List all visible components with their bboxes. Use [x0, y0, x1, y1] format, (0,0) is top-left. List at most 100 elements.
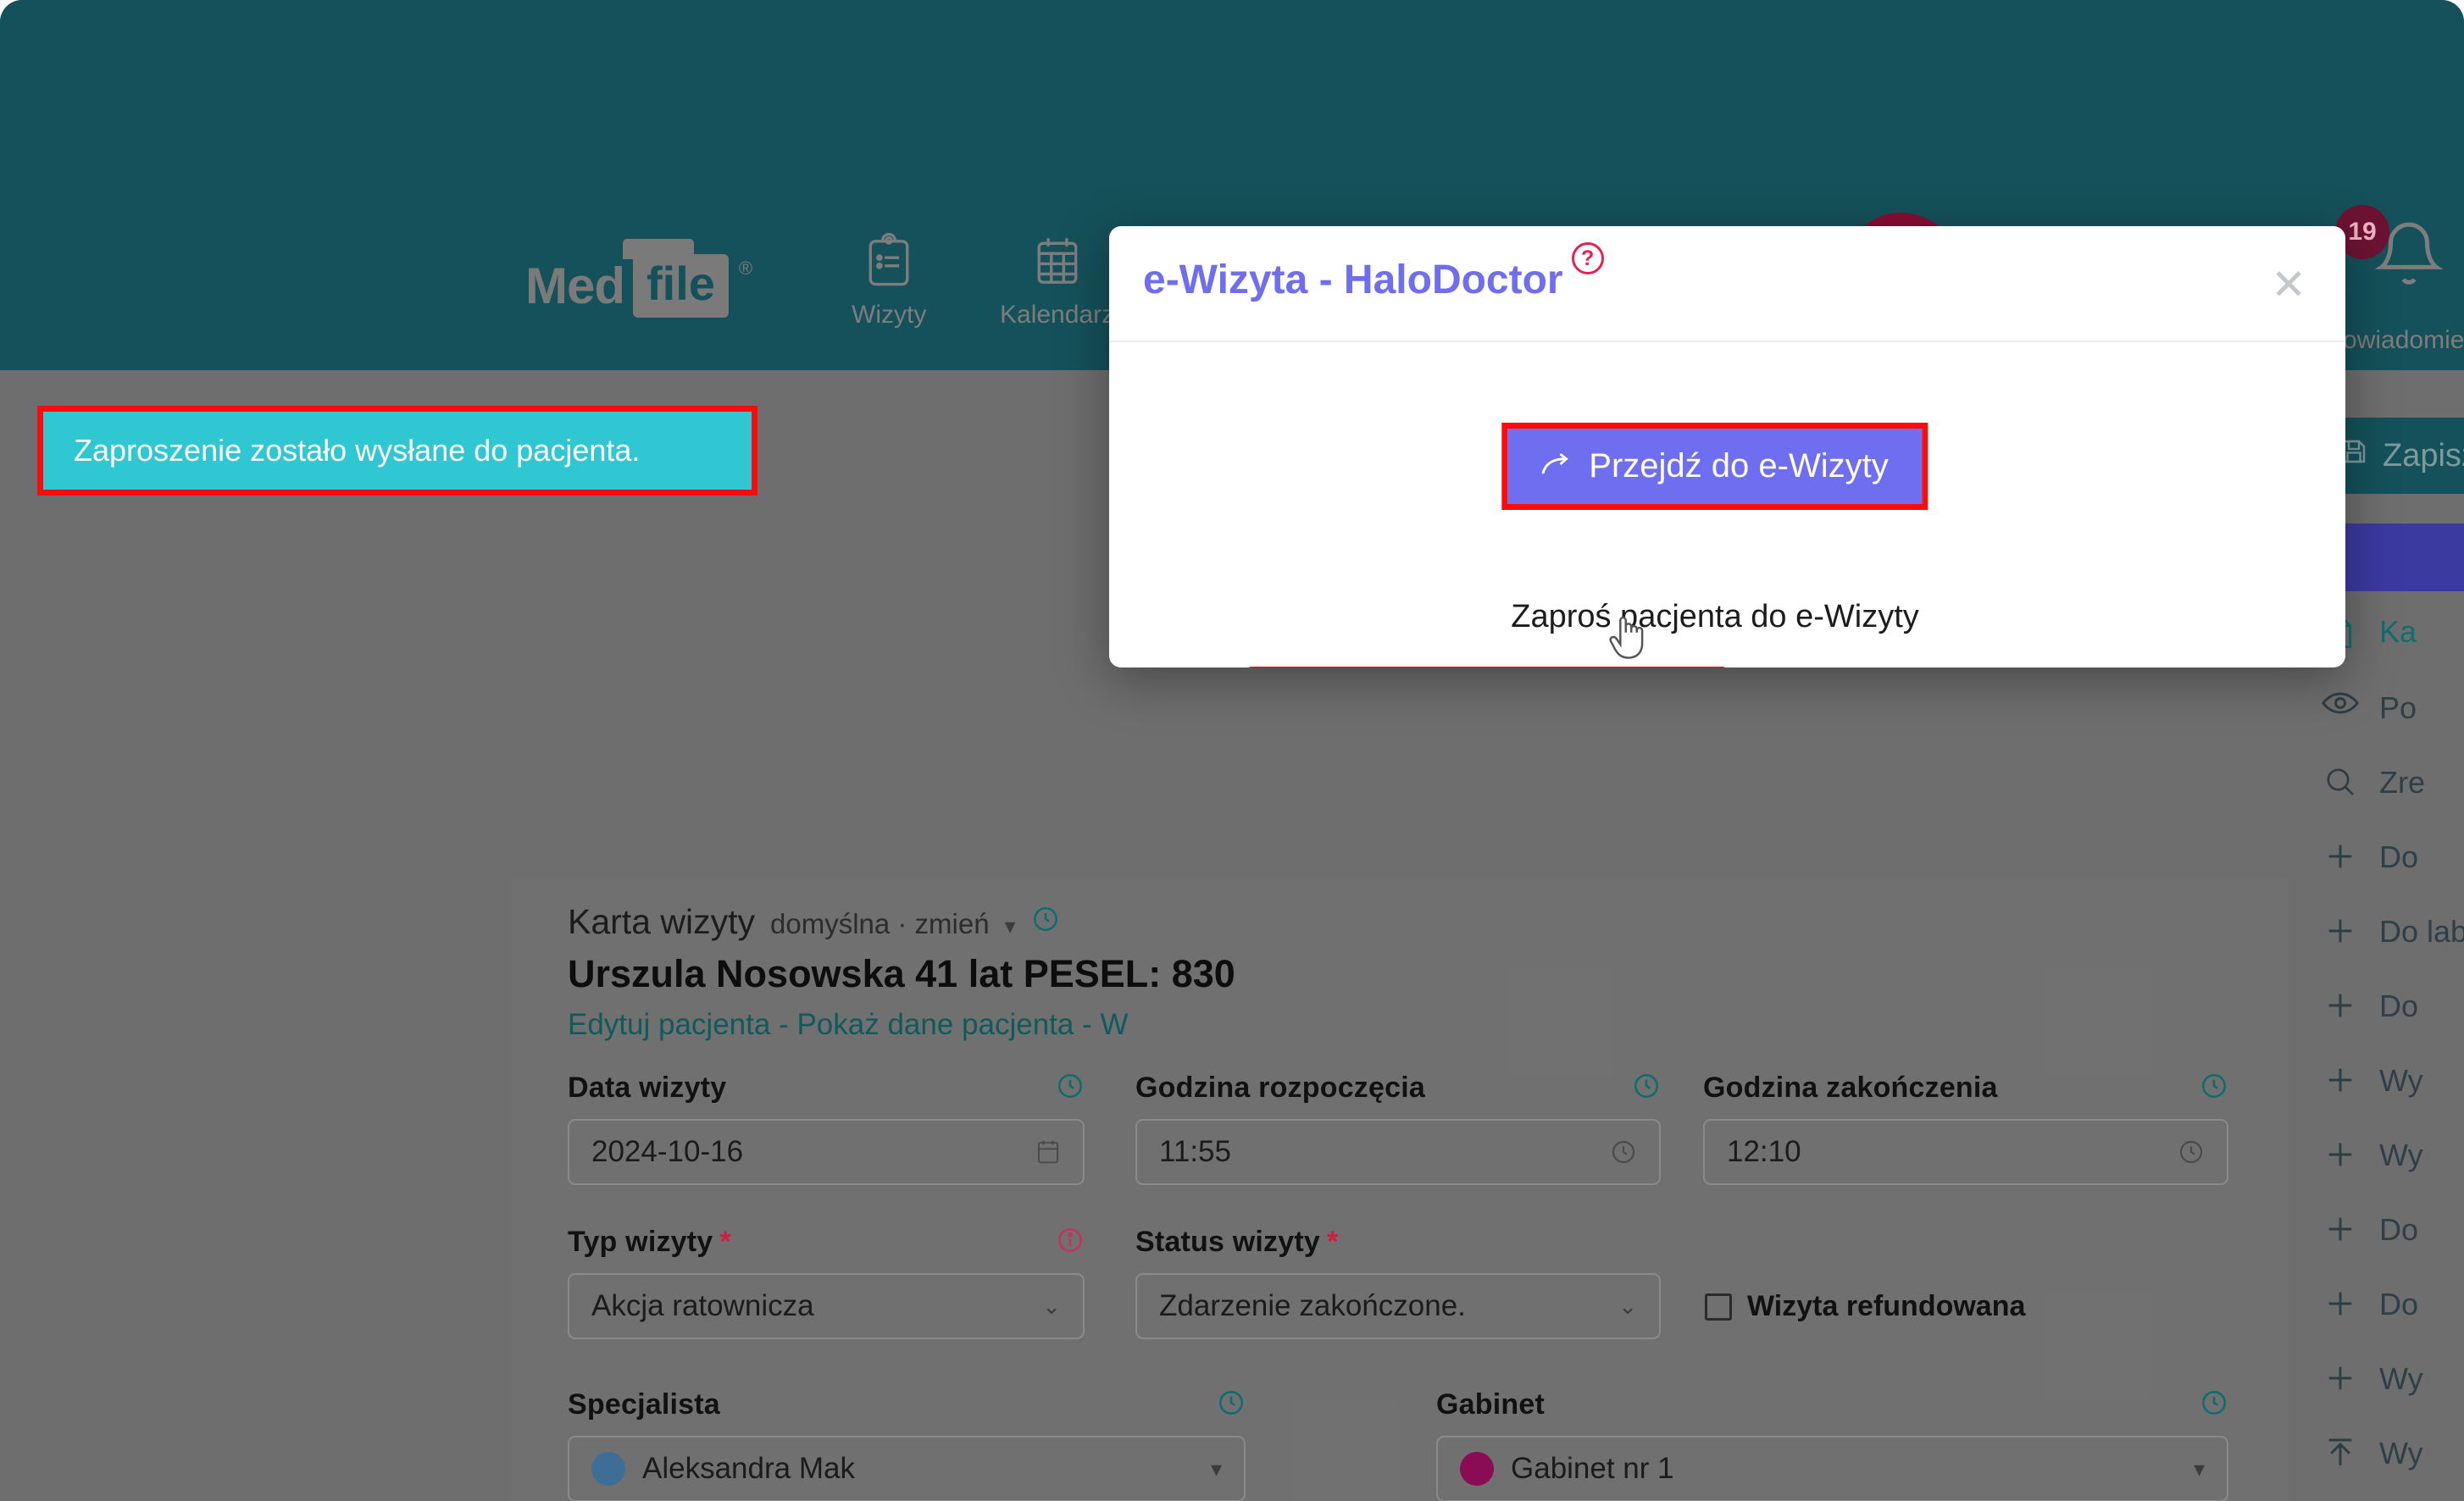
link-separator: -	[779, 1008, 789, 1041]
link-separator: -	[1082, 1008, 1092, 1041]
link-truncated[interactable]: W	[1101, 1008, 1129, 1041]
visit-card: Karta wizyty domyślna · zmień ▾ Urszula …	[508, 878, 2288, 1501]
plus-icon	[2322, 1138, 2359, 1171]
brand-file-text: file	[633, 254, 729, 318]
goto-ewizyta-button[interactable]: Przejdź do e-Wizyty	[1507, 429, 1923, 504]
clock-icon[interactable]	[2200, 1072, 2228, 1108]
plus-icon	[2322, 1063, 2359, 1097]
toast-notification: Zaproszenie zostało wysłane do pacjenta.	[37, 406, 758, 496]
sidebar-item-dodaj-1[interactable]: Do	[2322, 839, 2464, 875]
save-label: Zapisz	[2383, 437, 2464, 474]
chevron-down-icon: ▾	[1210, 1455, 1222, 1482]
brand-med-text: Med	[525, 258, 625, 314]
office-value: Gabinet nr 1	[1511, 1452, 1674, 1485]
modal-header: e-Wizyta - HaloDoctor ? ✕	[1109, 226, 2345, 342]
search-icon	[2322, 765, 2359, 799]
field-data-wizyty: Data wizyty 2024-10-16	[568, 1072, 1085, 1185]
chevron-down-icon: ▾	[1004, 913, 1016, 939]
sidebar-item-wystaw-2[interactable]: Wy	[2322, 1138, 2464, 1173]
sidebar-item-label: Wy	[2379, 1361, 2423, 1396]
modal-title-text: e-Wizyta - HaloDoctor	[1143, 258, 1563, 302]
field-gabinet: Gabinet Gabinet nr 1 ▾	[1436, 1388, 2228, 1501]
calendar-icon	[1033, 233, 1082, 291]
field-typ-wizyty: Typ wizyty * Akcja ratownicza ⌄	[568, 1226, 1085, 1339]
sidebar-item-dodaj-3[interactable]: Do	[2322, 1212, 2464, 1248]
brand-logo[interactable]: Med file ®	[525, 254, 752, 318]
sidebar-item-label: Po	[2379, 690, 2417, 725]
field-label: Specjalista	[568, 1388, 720, 1421]
plus-icon	[2322, 1361, 2359, 1395]
sidebar-item-label: Do	[2379, 839, 2419, 874]
plus-icon	[2322, 1212, 2359, 1246]
checkbox-wizyta-refundowana[interactable]: Wizyta refundowana	[1705, 1290, 2025, 1323]
field-godzina-zakonczenia: Godzina zakończenia 12:10	[1703, 1072, 2228, 1185]
specialist-select[interactable]: Aleksandra Mak ▾	[568, 1436, 1246, 1501]
sidebar-item-label: Wy	[2379, 1063, 2423, 1098]
clock-icon[interactable]	[1610, 1138, 1637, 1166]
notifications-button[interactable]: 19	[2335, 205, 2445, 296]
office-select[interactable]: Gabinet nr 1 ▾	[1436, 1436, 2228, 1501]
field-status-wizyty: Status wizyty * Zdarzenie zakończone. ⌄	[1135, 1226, 1661, 1339]
card-template-selector[interactable]: domyślna · zmień	[770, 908, 990, 940]
sidebar-item-label: Do	[2379, 1287, 2419, 1321]
sidebar-item-dodaj-laboratoryjne[interactable]: Do laborato	[2322, 914, 2464, 950]
patient-name: Urszula Nosowska 41 lat PESEL: 830	[568, 952, 1235, 995]
start-time-input[interactable]: 11:55	[1135, 1119, 1661, 1185]
clock-icon[interactable]	[1056, 1072, 1085, 1108]
invite-patient-label: Zaproś pacjenta do e-Wizyty	[1511, 599, 1919, 634]
sidebar-item-dodaj-2[interactable]: Do	[2322, 989, 2464, 1024]
plus-icon	[2322, 839, 2359, 873]
visit-type-value: Akcja ratownicza	[591, 1289, 814, 1322]
bell-icon	[2372, 222, 2445, 295]
link-pokaz-dane-pacjenta[interactable]: Pokaż dane pacjenta	[796, 1008, 1074, 1041]
checkbox-box[interactable]	[1705, 1293, 1732, 1321]
visit-status-select[interactable]: Zdarzenie zakończone. ⌄	[1135, 1273, 1661, 1339]
clipboard-icon	[864, 233, 913, 291]
plus-icon	[2322, 989, 2359, 1022]
chevron-down-icon: ▾	[2193, 1455, 2205, 1482]
close-icon[interactable]: ✕	[2271, 263, 2306, 306]
sidebar-item-wyslij[interactable]: Wy	[2322, 1436, 2464, 1471]
date-input[interactable]: 2024-10-16	[568, 1119, 1085, 1185]
specialist-value: Aleksandra Mak	[642, 1452, 855, 1485]
clock-icon[interactable]	[1632, 1072, 1661, 1108]
info-icon[interactable]	[1056, 1226, 1085, 1262]
brand-registered-mark: ®	[738, 258, 753, 279]
sidebar-item-podglad[interactable]: Po	[2322, 690, 2464, 726]
end-time-value: 12:10	[1727, 1135, 1801, 1168]
end-time-input[interactable]: 12:10	[1703, 1119, 2228, 1185]
calendar-icon[interactable]	[1035, 1138, 1061, 1166]
sidebar-item-label: Wy	[2379, 1436, 2423, 1471]
nav-item-wizyty[interactable]: Wizyty	[852, 233, 926, 330]
field-specjalista: Specjalista Aleksandra Mak ▾	[568, 1388, 1246, 1501]
sidebar-item-label: Do laborato	[2379, 914, 2464, 949]
office-color-dot	[1460, 1452, 1494, 1486]
patient-action-links: Edytuj pacjenta - Pokaż dane pacjenta - …	[568, 1008, 1235, 1042]
sidebar-item-zrealizuj[interactable]: Zre	[2322, 765, 2464, 800]
clock-icon[interactable]	[2178, 1138, 2205, 1166]
clock-icon[interactable]	[2200, 1388, 2228, 1425]
plus-icon	[2322, 1287, 2359, 1321]
link-edytuj-pacjenta[interactable]: Edytuj pacjenta	[568, 1008, 770, 1041]
notifications-label: Powiadomienia	[2326, 326, 2464, 354]
field-label: Typ wizyty	[568, 1226, 713, 1258]
sidebar-item-wystaw-1[interactable]: Wy	[2322, 1063, 2464, 1099]
nav-item-label: Kalendarz	[1000, 301, 1115, 329]
nav-item-label: Wizyty	[852, 301, 927, 329]
upload-icon	[2322, 1436, 2359, 1470]
form-row-type-status: Typ wizyty * Akcja ratownicza ⌄ Status w…	[508, 1226, 2288, 1353]
start-time-value: 11:55	[1159, 1135, 1231, 1168]
sidebar-item-dodaj-4[interactable]: Do	[2322, 1287, 2464, 1322]
nav-item-kalendarz[interactable]: Kalendarz	[1000, 233, 1114, 330]
sidebar-item-wystaw-3[interactable]: Wy	[2322, 1361, 2464, 1397]
help-icon[interactable]: ?	[1571, 242, 1604, 274]
visit-type-select[interactable]: Akcja ratownicza ⌄	[568, 1273, 1085, 1339]
clock-icon[interactable]	[1031, 902, 1060, 942]
arrow-right-icon	[1541, 447, 1573, 485]
clock-icon[interactable]	[1217, 1388, 1246, 1425]
modal-title: e-Wizyta - HaloDoctor ?	[1143, 242, 1604, 303]
date-value: 2024-10-16	[591, 1135, 744, 1168]
chevron-down-icon: ⌄	[1618, 1293, 1637, 1319]
sidebar-action-list: Ka Po Zre Do Do lab Do Wy Wy Do Do Wy Wy	[2322, 614, 2464, 1501]
field-label: Godzina zakończenia	[1703, 1072, 1998, 1104]
